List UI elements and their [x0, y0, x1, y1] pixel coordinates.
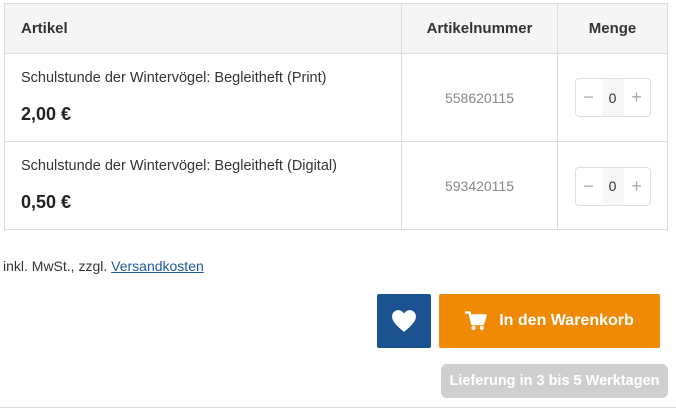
quantity-stepper[interactable]: − 0 +	[574, 78, 651, 117]
article-number: 593420115	[402, 142, 558, 230]
heart-icon	[392, 310, 416, 332]
divider	[0, 407, 676, 408]
decrement-button[interactable]: −	[576, 168, 602, 205]
article-cell: Schulstunde der Wintervögel: Begleitheft…	[5, 142, 402, 230]
product-price: 0,50 €	[21, 192, 72, 212]
tax-note-text: inkl. MwSt., zzgl.	[3, 258, 112, 274]
quantity-input[interactable]: 0	[601, 167, 624, 205]
add-to-cart-label: In den Warenkorb	[499, 312, 634, 329]
article-number: 558620115	[402, 54, 558, 141]
header-quantity: Menge	[588, 20, 637, 37]
header-article: Artikel	[5, 4, 402, 53]
wishlist-button[interactable]	[377, 294, 431, 348]
quantity-input[interactable]: 0	[601, 79, 624, 116]
quantity-cell: − 0 +	[558, 54, 667, 141]
article-cell: Schulstunde der Wintervögel: Begleitheft…	[5, 54, 402, 141]
add-to-cart-button[interactable]: In den Warenkorb	[439, 294, 660, 348]
delivery-time-badge: Lieferung in 3 bis 5 Werktagen	[441, 364, 668, 398]
product-price: 2,00 €	[21, 104, 72, 124]
quantity-stepper[interactable]: − 0 +	[574, 166, 651, 206]
product-title: Schulstunde der Wintervögel: Begleitheft…	[21, 70, 327, 86]
increment-button[interactable]: +	[624, 79, 650, 116]
table-row: Schulstunde der Wintervögel: Begleitheft…	[5, 54, 667, 142]
product-title: Schulstunde der Wintervögel: Begleitheft…	[21, 158, 337, 174]
tax-note: inkl. MwSt., zzgl. Versandkosten	[3, 258, 204, 274]
quantity-cell: − 0 +	[558, 142, 667, 230]
table-row: Schulstunde der Wintervögel: Begleitheft…	[5, 142, 667, 230]
header-article-number: Artikelnummer	[402, 4, 558, 53]
cart-icon	[465, 311, 487, 330]
shipping-costs-link[interactable]: Versandkosten	[111, 258, 204, 274]
decrement-button[interactable]: −	[576, 79, 602, 116]
table-header: Artikel Artikelnummer Menge	[5, 4, 667, 54]
increment-button[interactable]: +	[624, 168, 650, 205]
product-table: Artikel Artikelnummer Menge Schulstunde …	[4, 3, 668, 230]
